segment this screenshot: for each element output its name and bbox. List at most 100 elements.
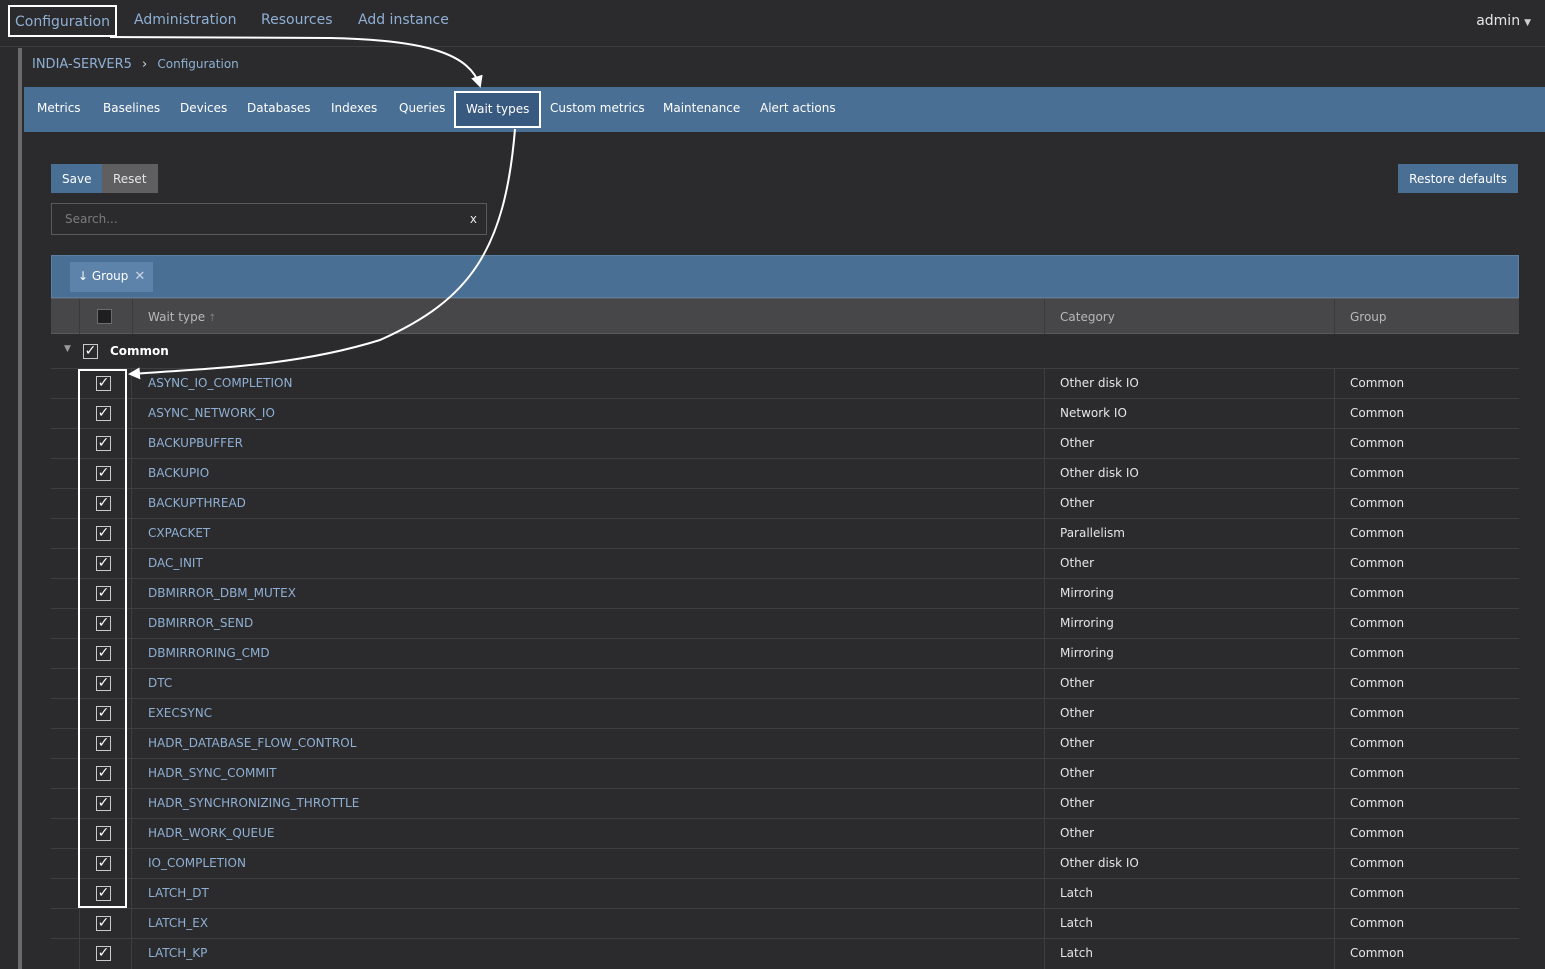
table-row[interactable]: ✓ LATCH_KP Latch Common xyxy=(51,938,1519,969)
table-row[interactable]: ✓ ASYNC_NETWORK_IO Network IO Common xyxy=(51,398,1519,429)
wait-type-name[interactable]: HADR_WORK_QUEUE xyxy=(148,826,275,840)
table-row[interactable]: ✓ BACKUPBUFFER Other Common xyxy=(51,428,1519,459)
group-chip[interactable]: ↓ Group ✕ xyxy=(70,262,154,292)
row-checkbox[interactable]: ✓ xyxy=(96,736,111,751)
row-checkbox[interactable]: ✓ xyxy=(96,826,111,841)
row-checkbox[interactable]: ✓ xyxy=(96,946,111,961)
wait-type-group: Common xyxy=(1350,856,1405,870)
wait-type-name[interactable]: ASYNC_IO_COMPLETION xyxy=(148,376,292,390)
wait-type-name[interactable]: DTC xyxy=(148,676,172,690)
wait-type-name[interactable]: HADR_DATABASE_FLOW_CONTROL xyxy=(148,736,356,750)
row-checkbox[interactable]: ✓ xyxy=(96,616,111,631)
table-row[interactable]: ✓ ASYNC_IO_COMPLETION Other disk IO Common xyxy=(51,368,1519,399)
wait-type-name[interactable]: LATCH_EX xyxy=(148,916,208,930)
wait-type-name[interactable]: DBMIRROR_DBM_MUTEX xyxy=(148,586,296,600)
collapse-triangle-icon[interactable]: ▼ xyxy=(64,344,71,354)
column-divider xyxy=(1334,849,1335,879)
row-checkbox[interactable]: ✓ xyxy=(96,796,111,811)
tab-queries[interactable]: Queries xyxy=(399,101,445,115)
row-checkbox[interactable]: ✓ xyxy=(96,676,111,691)
row-checkbox[interactable]: ✓ xyxy=(96,436,111,451)
restore-defaults-button[interactable]: Restore defaults xyxy=(1398,164,1518,193)
remove-group-icon[interactable]: ✕ xyxy=(134,269,145,284)
wait-type-name[interactable]: HADR_SYNC_COMMIT xyxy=(148,766,277,780)
group-checkbox[interactable]: ✓ xyxy=(83,344,98,359)
wait-type-name[interactable]: DAC_INIT xyxy=(148,556,203,570)
table-row[interactable]: ✓ BACKUPTHREAD Other Common xyxy=(51,488,1519,519)
nav-administration[interactable]: Administration xyxy=(134,12,236,28)
search-input[interactable] xyxy=(52,204,452,234)
table-row[interactable]: ✓ DBMIRROR_DBM_MUTEX Mirroring Common xyxy=(51,578,1519,609)
wait-type-name[interactable]: HADR_SYNCHRONIZING_THROTTLE xyxy=(148,796,359,810)
table-row[interactable]: ✓ BACKUPIO Other disk IO Common xyxy=(51,458,1519,489)
table-row[interactable]: ✓ DTC Other Common xyxy=(51,668,1519,699)
row-checkbox[interactable]: ✓ xyxy=(96,766,111,781)
table-row[interactable]: ✓ CXPACKET Parallelism Common xyxy=(51,518,1519,549)
tab-metrics[interactable]: Metrics xyxy=(37,101,81,115)
wait-type-name[interactable]: EXECSYNC xyxy=(148,706,212,720)
reset-button[interactable]: Reset xyxy=(102,164,158,193)
wait-type-category: Mirroring xyxy=(1060,586,1114,600)
breadcrumb-current[interactable]: Configuration xyxy=(157,57,238,71)
nav-add-instance[interactable]: Add instance xyxy=(358,12,449,28)
nav-configuration[interactable]: Configuration xyxy=(8,5,117,37)
table-row[interactable]: ✓ HADR_DATABASE_FLOW_CONTROL Other Common xyxy=(51,728,1519,759)
select-all-checkbox[interactable] xyxy=(97,309,112,324)
table-row[interactable]: ✓ DBMIRROR_SEND Mirroring Common xyxy=(51,608,1519,639)
user-menu[interactable]: admin ▼ xyxy=(1476,13,1531,29)
wait-type-category: Other xyxy=(1060,556,1095,570)
table-row[interactable]: ✓ HADR_SYNCHRONIZING_THROTTLE Other Common xyxy=(51,788,1519,819)
group-row-common[interactable]: ▼ ✓ Common xyxy=(51,334,1519,368)
wait-type-group: Common xyxy=(1350,526,1405,540)
wait-type-name[interactable]: LATCH_KP xyxy=(148,946,207,960)
table-row[interactable]: ✓ LATCH_DT Latch Common xyxy=(51,878,1519,909)
table-row[interactable]: ✓ LATCH_EX Latch Common xyxy=(51,908,1519,939)
table-row[interactable]: ✓ DBMIRRORING_CMD Mirroring Common xyxy=(51,638,1519,669)
wait-type-name[interactable]: LATCH_DT xyxy=(148,886,209,900)
tab-wait-types[interactable]: Wait types xyxy=(454,91,542,128)
tab-indexes[interactable]: Indexes xyxy=(331,101,377,115)
wait-type-name[interactable]: CXPACKET xyxy=(148,526,210,540)
tab-databases[interactable]: Databases xyxy=(247,101,311,115)
table-row[interactable]: ✓ IO_COMPLETION Other disk IO Common xyxy=(51,848,1519,879)
wait-type-category: Other disk IO xyxy=(1060,376,1139,390)
header-category[interactable]: Category xyxy=(1044,299,1334,334)
header-group[interactable]: Group xyxy=(1334,299,1519,334)
wait-type-name[interactable]: IO_COMPLETION xyxy=(148,856,246,870)
nav-resources[interactable]: Resources xyxy=(261,12,333,28)
header-wait-type[interactable]: Wait type ↑ xyxy=(132,299,1044,334)
wait-type-name[interactable]: BACKUPBUFFER xyxy=(148,436,243,450)
row-checkbox[interactable]: ✓ xyxy=(96,496,111,511)
table-row[interactable]: ✓ HADR_WORK_QUEUE Other Common xyxy=(51,818,1519,849)
row-checkbox[interactable]: ✓ xyxy=(96,886,111,901)
row-checkbox[interactable]: ✓ xyxy=(96,376,111,391)
row-checkbox[interactable]: ✓ xyxy=(96,526,111,541)
row-checkbox[interactable]: ✓ xyxy=(96,706,111,721)
tab-custom-metrics[interactable]: Custom metrics xyxy=(550,101,645,115)
column-divider xyxy=(1334,459,1335,489)
table-row[interactable]: ✓ DAC_INIT Other Common xyxy=(51,548,1519,579)
row-checkbox[interactable]: ✓ xyxy=(96,916,111,931)
row-checkbox[interactable]: ✓ xyxy=(96,466,111,481)
row-checkbox[interactable]: ✓ xyxy=(96,586,111,601)
breadcrumb-host[interactable]: INDIA-SERVER5 xyxy=(32,57,132,72)
row-checkbox[interactable]: ✓ xyxy=(96,646,111,661)
row-checkbox[interactable]: ✓ xyxy=(96,406,111,421)
row-checkbox[interactable]: ✓ xyxy=(96,556,111,571)
wait-type-name[interactable]: DBMIRROR_SEND xyxy=(148,616,253,630)
wait-type-name[interactable]: ASYNC_NETWORK_IO xyxy=(148,406,275,420)
clear-icon[interactable]: x xyxy=(470,212,477,226)
group-label: Common xyxy=(110,344,169,358)
wait-type-name[interactable]: BACKUPTHREAD xyxy=(148,496,246,510)
tab-baselines[interactable]: Baselines xyxy=(103,101,160,115)
wait-type-name[interactable]: DBMIRRORING_CMD xyxy=(148,646,270,660)
table-row[interactable]: ✓ HADR_SYNC_COMMIT Other Common xyxy=(51,758,1519,789)
tab-maintenance[interactable]: Maintenance xyxy=(663,101,740,115)
tab-devices[interactable]: Devices xyxy=(180,101,227,115)
table-row[interactable]: ✓ EXECSYNC Other Common xyxy=(51,698,1519,729)
save-button[interactable]: Save xyxy=(51,164,103,193)
row-checkbox[interactable]: ✓ xyxy=(96,856,111,871)
wait-type-name[interactable]: BACKUPIO xyxy=(148,466,209,480)
column-divider xyxy=(1044,489,1045,519)
tab-alert-actions[interactable]: Alert actions xyxy=(760,101,836,115)
